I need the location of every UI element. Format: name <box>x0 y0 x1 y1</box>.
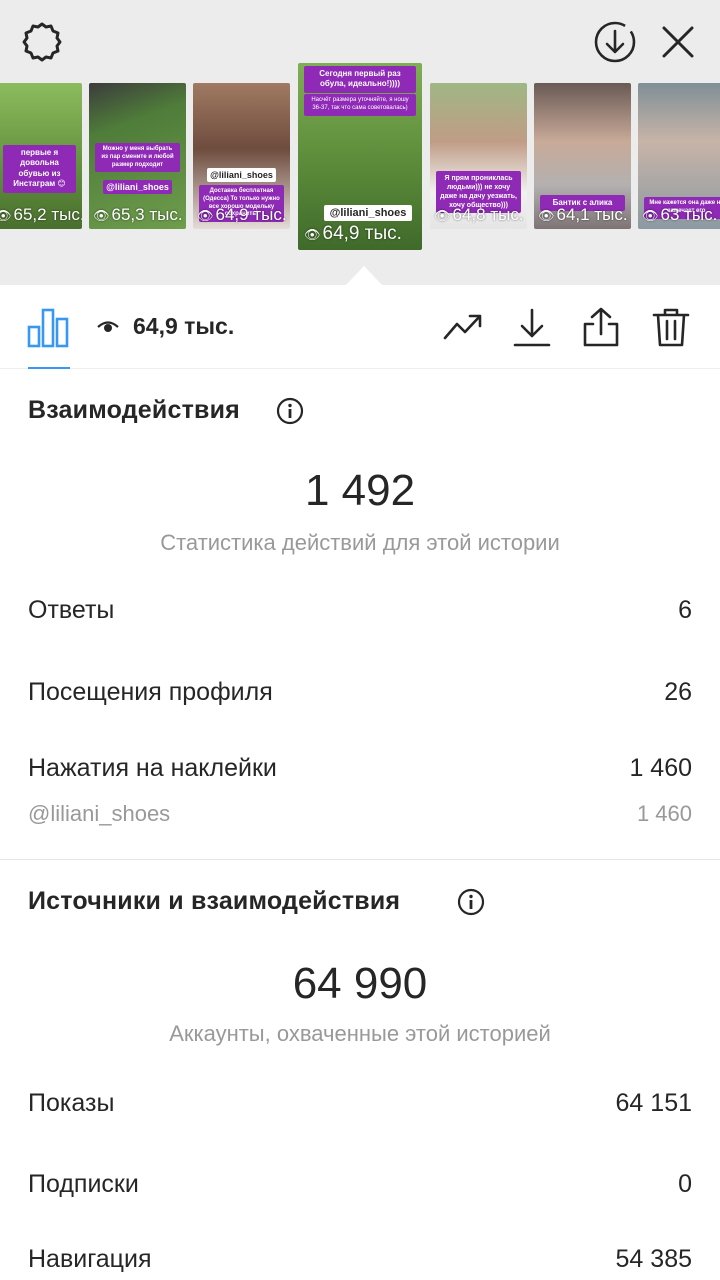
eye-icon <box>96 316 120 336</box>
trending-up-icon[interactable] <box>442 306 484 348</box>
story-thumbnail[interactable]: Мне кажется она даже не замечает его 👁 63… <box>638 83 720 229</box>
thumbnail-views: 👁 65,2 тыс. <box>0 205 82 225</box>
stat-value: 64 151 <box>615 1089 692 1117</box>
eye-icon: 👁 <box>538 208 555 223</box>
download-icon[interactable] <box>511 306 553 348</box>
thumbnail-views: 👁 64,1 тыс. <box>538 205 628 224</box>
thumbnail-caption: Можно у меня выбрать из пар смените и лю… <box>95 143 180 173</box>
discovery-caption: Аккаунты, охваченные этой историей <box>169 1021 551 1046</box>
eye-icon: 👁 <box>304 227 321 242</box>
thumbnail-caption-secondary: Насчёт размера уточняйте, я ношу 36-37, … <box>304 94 416 116</box>
interactions-caption: Статистика действий для этой истории <box>160 530 560 555</box>
discovery-title: Источники и взаимодействия <box>28 887 401 915</box>
eye-icon: 👁 <box>434 208 451 223</box>
eye-icon: 👁 <box>0 208 12 223</box>
share-icon[interactable] <box>580 306 622 348</box>
stat-row-sticker-taps: Нажатия на наклейки 1 460 <box>28 754 692 794</box>
settings-gear-icon[interactable] <box>18 18 66 66</box>
close-icon[interactable] <box>654 18 702 66</box>
thumbnail-sticker: @liliani_shoes <box>324 205 412 221</box>
stat-value: 26 <box>664 678 692 706</box>
stat-label: Ответы <box>28 596 115 624</box>
thumbnail-views: 👁 64,9 тыс. <box>197 205 287 224</box>
thumbnail-views: 👁 64,8 тыс. <box>434 205 524 224</box>
story-thumbnail[interactable]: Я прям прониклась людьми))) не хочу даже… <box>430 83 527 229</box>
story-thumbnail[interactable]: первые я довольна обувью из Инстаграм 😊 … <box>0 83 82 229</box>
stat-value: 1 460 <box>636 801 692 826</box>
eye-icon: 👁 <box>93 208 110 223</box>
discovery-total: 64 990 <box>292 959 428 1008</box>
selected-pointer <box>346 266 382 285</box>
stat-label: Навигация <box>28 1245 152 1273</box>
active-tab-indicator <box>28 367 70 369</box>
stat-row-follows: Подписки 0 <box>28 1170 692 1210</box>
stat-value: 0 <box>678 1170 692 1198</box>
story-tray: первые я довольна обувью из Инстаграм 😊 … <box>0 0 720 285</box>
trash-icon[interactable] <box>650 306 692 348</box>
section-divider <box>0 859 720 860</box>
thumbnail-views: 👁 63 тыс. <box>642 205 718 224</box>
story-thumbnail-selected[interactable]: Сегодня первый раз обула, идеально!)))) … <box>298 63 422 250</box>
stat-label: @liliani_shoes <box>28 801 171 826</box>
stat-label: Посещения профиля <box>28 678 273 706</box>
interactions-total: 1 492 <box>304 466 416 515</box>
stat-label: Подписки <box>28 1170 139 1198</box>
stat-label: Нажатия на наклейки <box>28 754 277 782</box>
story-thumbnail-strip: первые я довольна обувью из Инстаграм 😊 … <box>0 63 720 263</box>
stat-value: 54 385 <box>615 1245 692 1273</box>
story-thumbnail[interactable]: Бантик с алика 👁 64,1 тыс. <box>534 83 631 229</box>
eye-icon: 👁 <box>642 208 659 223</box>
thumbnail-caption: Сегодня первый раз обула, идеально!)))) <box>304 66 416 93</box>
thumbnail-caption: первые я довольна обувью из Инстаграм 😊 <box>3 145 76 193</box>
info-icon[interactable] <box>276 397 304 425</box>
stat-row-profile-visits: Посещения профиля 26 <box>28 678 692 718</box>
stat-row-sticker-account[interactable]: @liliani_shoes 1 460 <box>28 801 692 841</box>
bar-chart-icon[interactable] <box>26 305 70 349</box>
story-thumbnail[interactable]: @liliani_shoes Можно у меня выбрать из п… <box>89 83 186 229</box>
thumbnail-sticker: @liliani_shoes <box>207 168 276 182</box>
info-icon[interactable] <box>457 888 485 916</box>
views-total: 64,9 тыс. <box>133 313 235 339</box>
stat-row-navigation: Навигация 54 385 <box>28 1245 692 1280</box>
stat-value: 1 460 <box>629 754 692 782</box>
thumbnail-views: 👁 65,3 тыс. <box>93 205 183 224</box>
thumbnail-sticker: @liliani_shoes <box>103 180 172 194</box>
insights-toolbar: 64,9 тыс. <box>0 285 720 369</box>
stat-row-replies: Ответы 6 <box>28 596 692 636</box>
eye-icon: 👁 <box>197 208 214 223</box>
stat-value: 6 <box>678 596 692 624</box>
thumbnail-views: 👁 64,9 тыс. <box>304 223 402 244</box>
story-thumbnail[interactable]: @liliani_shoes Доставка бесплатная (Одес… <box>193 83 290 229</box>
interactions-title: Взаимодействия <box>28 396 240 424</box>
download-circle-icon[interactable] <box>591 18 639 66</box>
stat-label: Показы <box>28 1089 115 1117</box>
stat-row-impressions: Показы 64 151 <box>28 1089 692 1129</box>
